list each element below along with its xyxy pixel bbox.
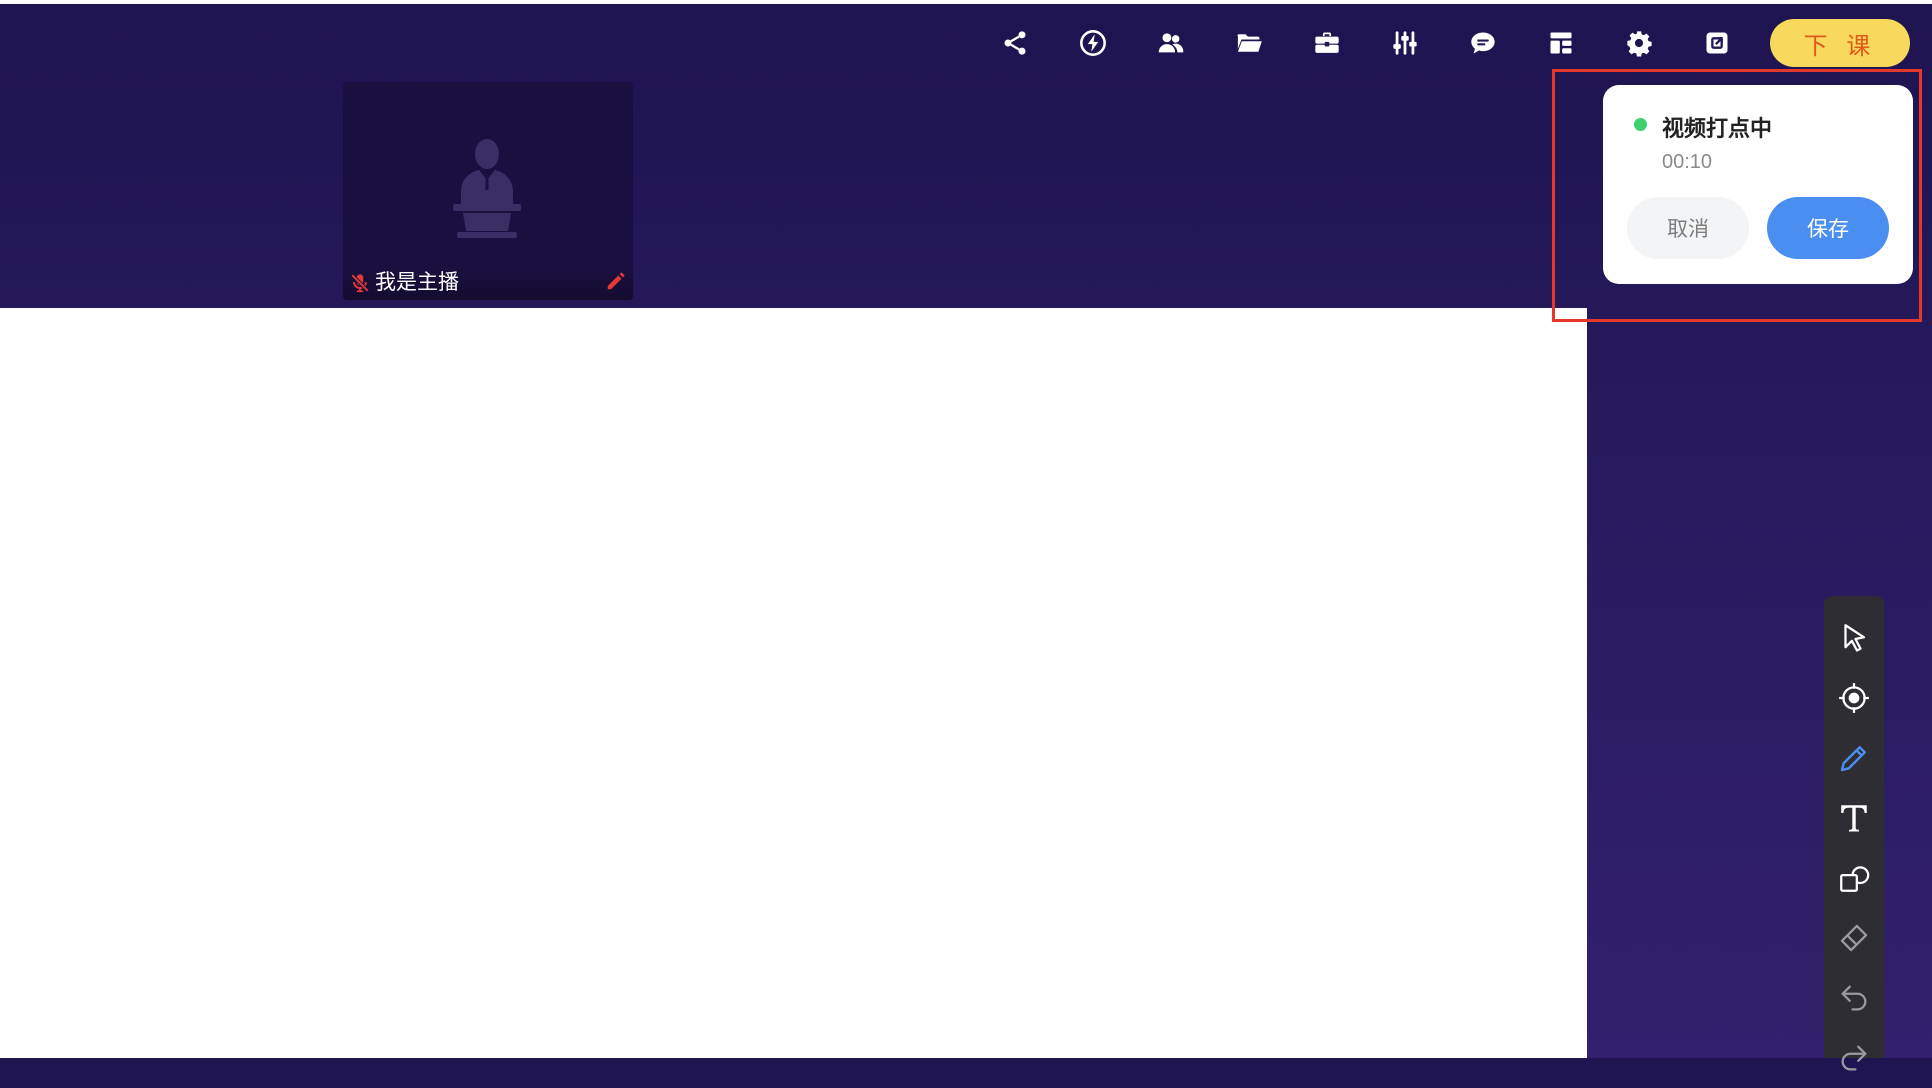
top-edge-strip: [0, 0, 1932, 4]
laser-pointer-icon[interactable]: [1824, 668, 1884, 728]
popup-title: 视频打点中: [1662, 116, 1773, 141]
host-name-label: 我是主播: [375, 271, 459, 294]
redo-icon[interactable]: [1824, 1028, 1884, 1088]
pen-icon[interactable]: [1824, 728, 1884, 788]
sliders-icon[interactable]: [1366, 22, 1444, 64]
chat-icon[interactable]: [1444, 22, 1522, 64]
edit-pencil-icon[interactable]: [605, 270, 627, 292]
top-toolbar: 下 课: [976, 19, 1910, 67]
video-marker-popup: 视频打点中 00:10 取消 保存: [1603, 85, 1913, 284]
users-icon[interactable]: [1132, 22, 1210, 64]
popout-icon[interactable]: [1678, 22, 1756, 64]
recording-status-dot: [1634, 118, 1647, 131]
lightning-icon[interactable]: [1054, 22, 1132, 64]
whiteboard-canvas[interactable]: [0, 308, 1587, 1058]
save-button[interactable]: 保存: [1767, 197, 1889, 259]
text-tool-icon[interactable]: [1824, 788, 1884, 848]
presenter-placeholder-icon: [453, 139, 521, 238]
toolbox-icon[interactable]: [1288, 22, 1366, 64]
mic-muted-icon[interactable]: [349, 272, 371, 294]
elapsed-time: 00:10: [1662, 151, 1713, 173]
folder-icon[interactable]: [1210, 22, 1288, 64]
select-pointer-icon[interactable]: [1824, 608, 1884, 668]
undo-icon[interactable]: [1824, 968, 1884, 1028]
shapes-icon[interactable]: [1824, 848, 1884, 908]
gear-icon[interactable]: [1600, 22, 1678, 64]
host-video-tile[interactable]: 我是主播: [343, 82, 633, 300]
eraser-icon[interactable]: [1824, 908, 1884, 968]
layout-icon[interactable]: [1522, 22, 1600, 64]
drawing-toolbar: [1824, 596, 1884, 1071]
cancel-button[interactable]: 取消: [1627, 197, 1749, 259]
end-class-button[interactable]: 下 课: [1770, 19, 1910, 67]
share-icon[interactable]: [976, 22, 1054, 64]
